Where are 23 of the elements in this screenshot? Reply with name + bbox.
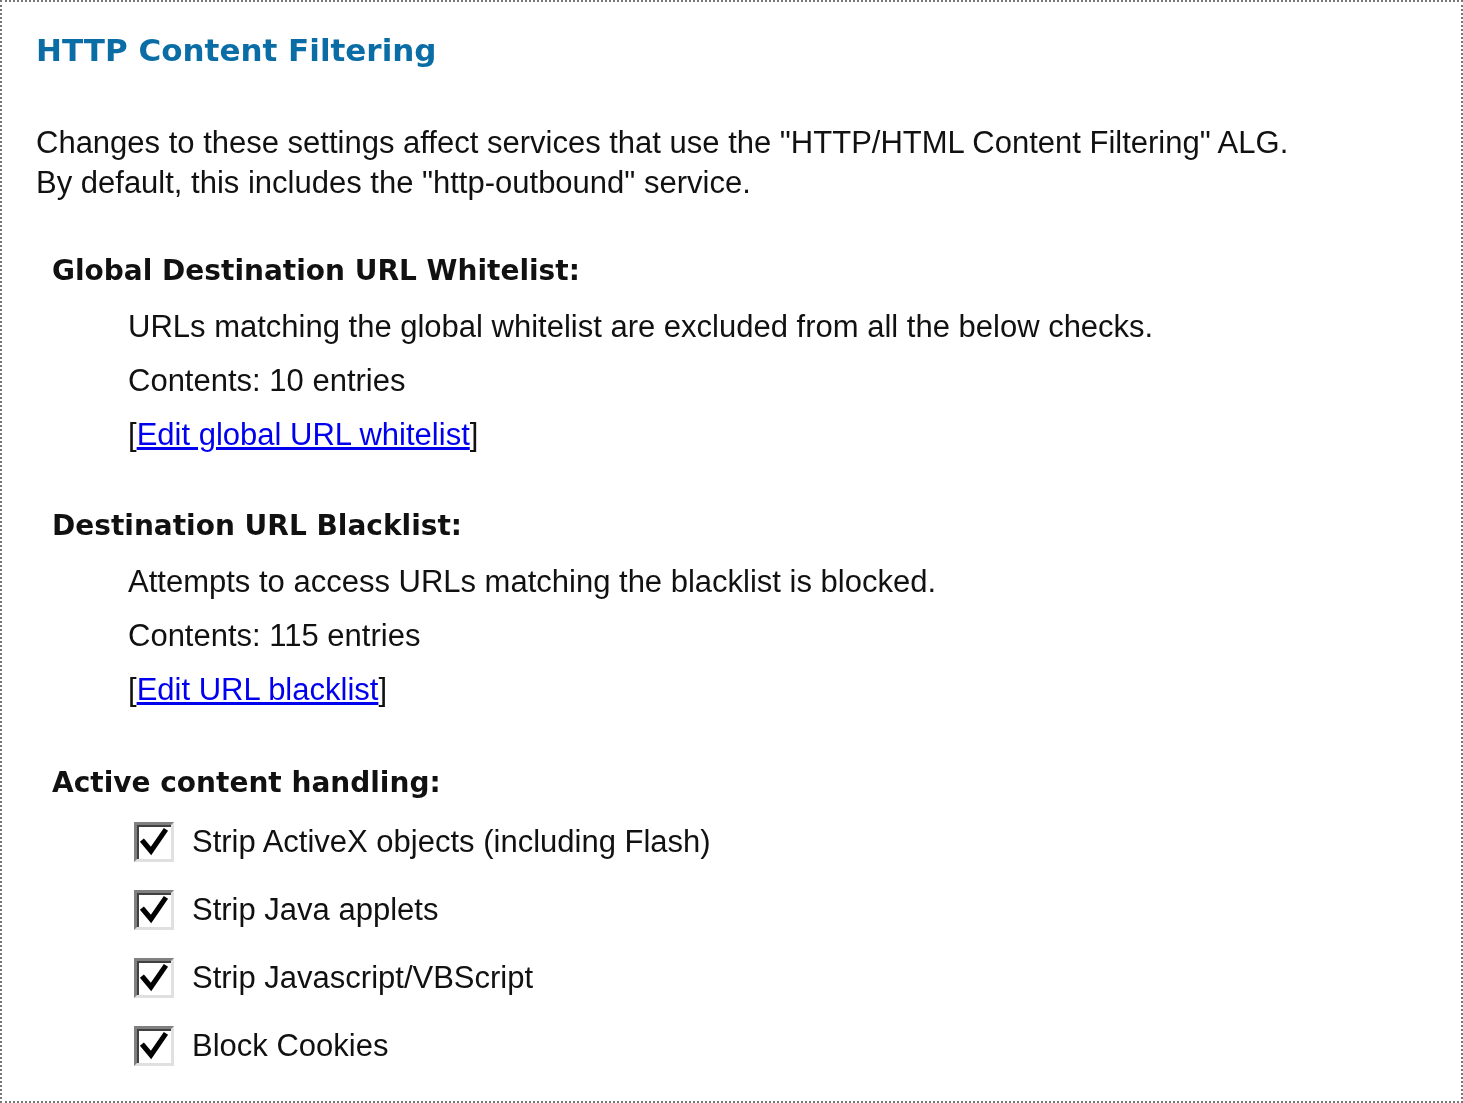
description-text: By default, this includes the "http-outbound" service. (36, 164, 752, 202)
checkbox[interactable] (134, 890, 174, 930)
section-heading: Active content handling: (52, 765, 442, 801)
bracket-text: ] (469, 417, 479, 452)
contents-count: Contents: 10 entries (128, 363, 406, 398)
bracket-text: [ (128, 417, 137, 452)
bracket-text: ] (378, 672, 387, 707)
section-description: Attempts to access URLs matching the blacklist is blocked. (128, 564, 937, 599)
page-title: HTTP Content Filtering (36, 31, 438, 70)
checkbox[interactable] (134, 822, 174, 862)
bracket-text: [ (128, 672, 137, 707)
option-label: Block Cookies (192, 1028, 389, 1064)
option-label: Strip ActiveX objects (including Flash) (192, 824, 711, 860)
section-heading: Global Destination URL Whitelist: (52, 253, 581, 289)
option-label: Strip Javascript/VBScript (192, 960, 534, 996)
description-text: Changes to these settings affect services that use the "HTTP/HTML Content Filtering" ALG. (36, 124, 1290, 162)
option-label: Strip Java applets (192, 892, 439, 928)
section-heading: Destination URL Blacklist: (52, 508, 463, 544)
checkbox[interactable] (134, 1026, 174, 1066)
checkbox[interactable] (134, 958, 174, 998)
contents-count: Contents: 115 entries (128, 618, 421, 653)
section-description: URLs matching the global whitelist are excluded from all the below checks. (128, 309, 1154, 344)
edit-link[interactable]: Edit global URL whitelist (136, 417, 470, 452)
